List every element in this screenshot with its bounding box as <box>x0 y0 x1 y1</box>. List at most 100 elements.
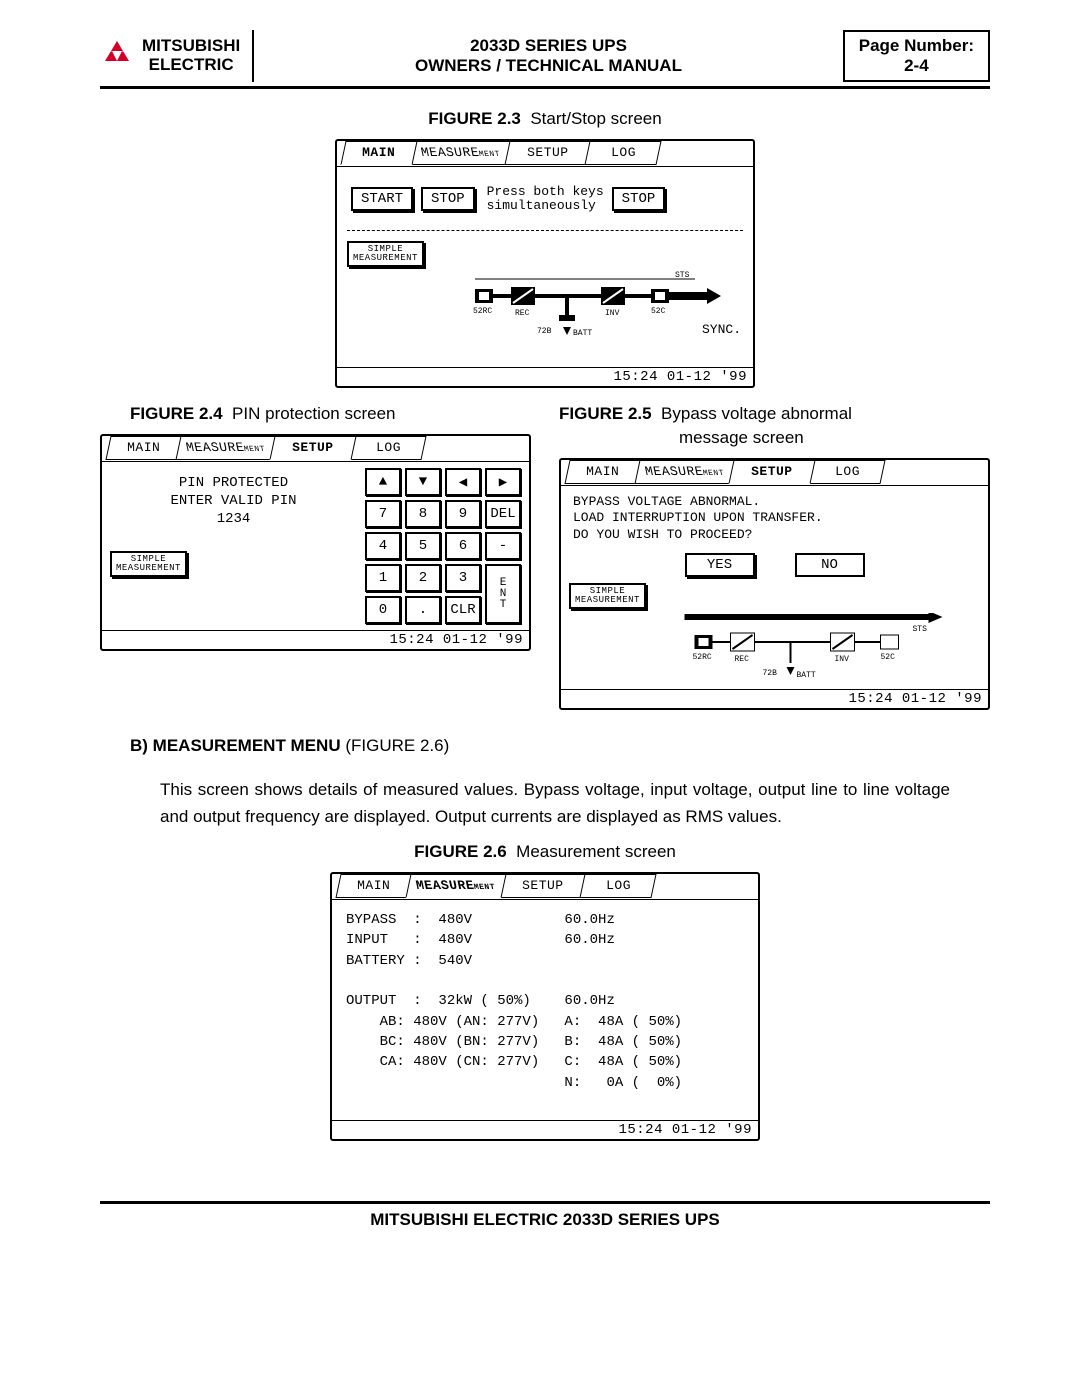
page-number-box: Page Number: 2-4 <box>843 30 990 82</box>
fig26-caption: FIGURE 2.6 Measurement screen <box>100 842 990 862</box>
svg-text:52RC: 52RC <box>693 653 712 662</box>
label-72b: 72B <box>537 327 552 336</box>
brand-line1: MITSUBISHI <box>142 37 240 56</box>
tab-measurement[interactable]: MEASUREMENT <box>175 436 276 460</box>
svg-text:REC: REC <box>735 655 750 664</box>
stop-button[interactable]: STOP <box>421 187 475 211</box>
svg-text:INV: INV <box>835 655 850 664</box>
label-rec: REC <box>515 309 530 318</box>
key-del[interactable]: DEL <box>485 500 521 528</box>
fig25-caption-2: message screen <box>559 428 990 448</box>
brand-line2: ELECTRIC <box>142 56 240 75</box>
no-button[interactable]: NO <box>795 553 865 577</box>
simple-measurement-button[interactable]: SIMPLEMEASUREMENT <box>569 583 646 609</box>
svg-text:52C: 52C <box>881 653 896 662</box>
label-inv: INV <box>605 309 620 318</box>
measurement-row: BATTERY : 540V <box>346 951 744 971</box>
fig24-screen: MAIN MEASUREMENT SETUP LOG PIN PROTECTED… <box>100 434 531 651</box>
key-2[interactable]: 2 <box>405 564 441 592</box>
lcd-timestamp: 15:24 01-12 '99 <box>561 689 988 708</box>
tab-log[interactable]: LOG <box>584 141 661 165</box>
measurement-row: N: 0A ( 0%) <box>346 1073 744 1093</box>
lcd-tabs: MAIN MEASUREMENT SETUP LOG <box>332 874 758 900</box>
tab-setup[interactable]: SETUP <box>269 436 356 460</box>
measurement-row <box>346 971 744 991</box>
page-footer: MITSUBISHI ELECTRIC 2033D SERIES UPS <box>100 1201 990 1230</box>
simple-measurement-button[interactable]: SIMPLEMEASUREMENT <box>110 551 187 577</box>
key-ent[interactable]: ENT <box>485 564 521 624</box>
key-.[interactable]: . <box>405 596 441 624</box>
stop-button-2[interactable]: STOP <box>612 187 666 211</box>
fig23-screen: MAIN MEASUREMENT SETUP LOG START STOP Pr… <box>335 139 755 388</box>
svg-text:72B: 72B <box>763 669 778 678</box>
tab-main[interactable]: MAIN <box>564 460 641 484</box>
lcd-timestamp: 15:24 01-12 '99 <box>102 630 529 649</box>
key-▼[interactable]: ▼ <box>405 468 441 496</box>
key-0[interactable]: 0 <box>365 596 401 624</box>
measurement-row: CA: 480V (CN: 277V) C: 48A ( 50%) <box>346 1052 744 1072</box>
measurement-values: BYPASS : 480V 60.0HzINPUT : 480V 60.0HzB… <box>332 900 758 1120</box>
key-1[interactable]: 1 <box>365 564 401 592</box>
key-7[interactable]: 7 <box>365 500 401 528</box>
key-◀[interactable]: ◀ <box>445 468 481 496</box>
key-3[interactable]: 3 <box>445 564 481 592</box>
lcd-tabs: MAIN MEASUREMENT SETUP LOG <box>102 436 529 462</box>
label-52c: 52C <box>651 307 666 316</box>
svg-text:STS: STS <box>913 625 928 634</box>
section-b-heading: B) MEASUREMENT MENU (FIGURE 2.6) <box>130 736 990 756</box>
lcd-timestamp: 15:24 01-12 '99 <box>337 367 753 386</box>
key-5[interactable]: 5 <box>405 532 441 560</box>
tab-setup[interactable]: SETUP <box>504 141 591 165</box>
tab-log[interactable]: LOG <box>808 460 885 484</box>
start-button[interactable]: START <box>351 187 413 211</box>
key-9[interactable]: 9 <box>445 500 481 528</box>
label-batt: BATT <box>573 329 592 338</box>
tab-measurement[interactable]: MEASUREMENT <box>634 460 735 484</box>
lcd-tabs: MAIN MEASUREMENT SETUP LOG <box>561 460 988 486</box>
key-▲[interactable]: ▲ <box>365 468 401 496</box>
pin-message: PIN PROTECTED ENTER VALID PIN 1234 <box>110 468 357 537</box>
measurement-row: OUTPUT : 32kW ( 50%) 60.0Hz <box>346 991 744 1011</box>
fig26-screen: MAIN MEASUREMENT SETUP LOG BYPASS : 480V… <box>330 872 760 1141</box>
key-8[interactable]: 8 <box>405 500 441 528</box>
label-sts: STS <box>675 271 690 280</box>
key-6[interactable]: 6 <box>445 532 481 560</box>
measurement-row: BYPASS : 480V 60.0Hz <box>346 910 744 930</box>
lcd-timestamp: 15:24 01-12 '99 <box>332 1120 758 1139</box>
start-stop-row: START STOP Press both keyssimultaneously… <box>347 179 743 231</box>
label-52rc: 52RC <box>473 307 492 316</box>
measurement-row: BC: 480V (BN: 277V) B: 48A ( 50%) <box>346 1032 744 1052</box>
simple-measurement-button[interactable]: SIMPLEMEASUREMENT <box>347 241 424 267</box>
tab-main[interactable]: MAIN <box>335 874 412 898</box>
tab-setup[interactable]: SETUP <box>728 460 815 484</box>
measurement-row: INPUT : 480V 60.0Hz <box>346 930 744 950</box>
pin-keypad: ▲▼◀▶ 789DEL 456- 123ENT 0.CLR <box>365 468 521 624</box>
hint-text: Press both keyssimultaneously <box>487 185 604 214</box>
tab-measurement[interactable]: MEASUREMENT <box>410 141 511 165</box>
section-b-paragraph: This screen shows details of measured va… <box>160 776 950 830</box>
mitsubishi-logo-icon <box>100 41 134 71</box>
power-flow-diagram: STS 52RC REC INV 52C 72B <box>569 613 980 683</box>
yes-button[interactable]: YES <box>685 553 755 577</box>
fig24-caption: FIGURE 2.4 PIN protection screen <box>100 404 531 424</box>
page-header: MITSUBISHI ELECTRIC 2033D SERIES UPS OWN… <box>100 30 990 89</box>
key-clr[interactable]: CLR <box>445 596 481 624</box>
fig25-caption: FIGURE 2.5 Bypass voltage abnormal <box>559 404 990 424</box>
brand-block: MITSUBISHI ELECTRIC <box>100 30 254 82</box>
tab-log[interactable]: LOG <box>349 436 426 460</box>
doc-title: 2033D SERIES UPS OWNERS / TECHNICAL MANU… <box>254 30 843 82</box>
power-flow-diagram: STS 52RC REC INV 52C 72B BATT S <box>347 271 743 349</box>
sync-label: SYNC. <box>702 322 741 337</box>
fig25-screen: MAIN MEASUREMENT SETUP LOG BYPASS VOLTAG… <box>559 458 990 710</box>
tab-log[interactable]: LOG <box>579 874 656 898</box>
tab-measurement[interactable]: MEASUREMENT <box>405 874 506 898</box>
tab-main[interactable]: MAIN <box>105 436 182 460</box>
key-▶[interactable]: ▶ <box>485 468 521 496</box>
key--[interactable]: - <box>485 532 521 560</box>
svg-text:BATT: BATT <box>797 671 816 680</box>
lcd-tabs: MAIN MEASUREMENT SETUP LOG <box>337 141 753 167</box>
tab-setup[interactable]: SETUP <box>499 874 586 898</box>
key-4[interactable]: 4 <box>365 532 401 560</box>
bypass-message: BYPASS VOLTAGE ABNORMAL. LOAD INTERRUPTI… <box>569 492 980 545</box>
tab-main[interactable]: MAIN <box>340 141 417 165</box>
